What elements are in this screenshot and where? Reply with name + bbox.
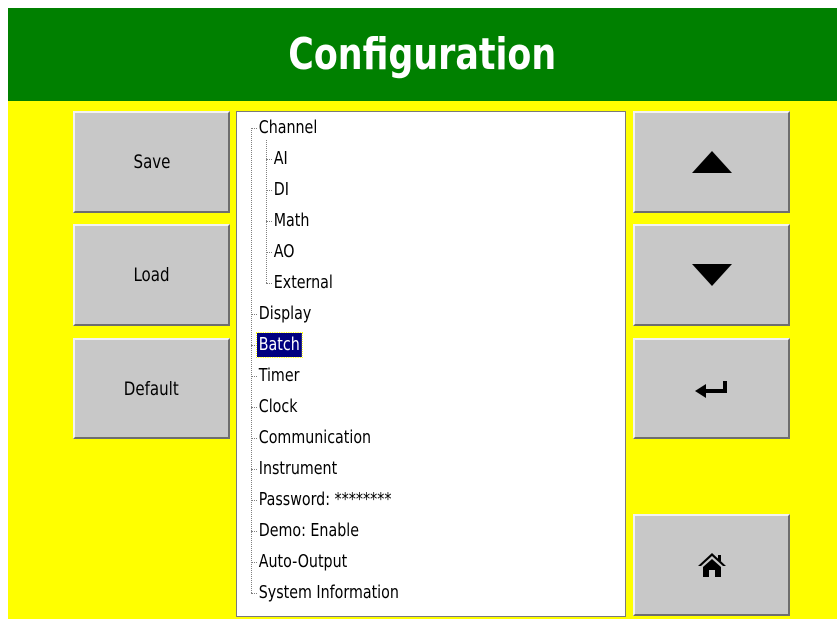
tree-item-label: External <box>273 272 333 293</box>
save-button-label: Save <box>133 151 170 173</box>
tree-item[interactable]: System Information <box>257 581 420 605</box>
tree-item-label: Auto-Output <box>258 551 348 572</box>
tree-item-label: Timer <box>258 365 300 386</box>
tree-item-label: Demo: Enable <box>258 520 359 541</box>
page-title: Configuration <box>288 29 557 80</box>
triangle-down-icon <box>691 264 732 286</box>
title-bar: Configuration <box>8 8 837 101</box>
default-button-label: Default <box>124 377 179 400</box>
tree-item[interactable]: DI <box>272 178 293 202</box>
tree-item-label: AI <box>273 148 288 169</box>
tree-item-label: DI <box>273 179 289 200</box>
load-button-label: Load <box>133 264 170 286</box>
tree-item[interactable]: Timer <box>257 364 307 388</box>
tree-item[interactable]: Batch <box>256 332 308 358</box>
home-icon <box>697 553 726 577</box>
enter-button[interactable] <box>633 338 790 439</box>
tree-item[interactable]: Communication <box>257 426 389 450</box>
tree-item-label: AO <box>273 241 295 262</box>
load-button[interactable]: Load <box>73 224 230 326</box>
tree-connector <box>266 140 267 283</box>
tree-item-label: Batch <box>256 332 303 358</box>
tree-item-label: System Information <box>258 582 399 603</box>
tree-item-label: Instrument <box>258 458 338 479</box>
default-button[interactable]: Default <box>73 338 230 439</box>
screen: Configuration Save Load Default Channel A… <box>0 0 837 619</box>
configuration-tree[interactable]: Channel AI DI Math AO External Display Batch Tim… <box>236 111 626 617</box>
tree-item[interactable]: Clock <box>257 395 305 419</box>
tree-item[interactable]: External <box>272 271 343 295</box>
tree-item-label: Password: ******** <box>258 489 392 510</box>
tree-item[interactable]: Instrument <box>257 457 350 481</box>
tree-connector <box>251 128 252 593</box>
tree-item[interactable]: Auto-Output <box>257 550 362 574</box>
tree-item[interactable]: Channel <box>257 116 328 140</box>
save-button[interactable]: Save <box>73 111 230 213</box>
configuration-screen: Configuration Save Load Default Channel A… <box>8 8 837 619</box>
tree-item-label: Communication <box>258 427 372 448</box>
home-button[interactable] <box>633 514 790 616</box>
tree-item[interactable]: AO <box>272 240 300 264</box>
tree-item[interactable]: AI <box>272 147 292 171</box>
enter-arrow-icon <box>694 380 727 398</box>
tree-item[interactable]: Math <box>272 209 317 233</box>
tree-item-label: Clock <box>258 396 298 417</box>
tree-item[interactable]: Demo: Enable <box>257 519 375 543</box>
tree-item-label: Channel <box>258 117 318 138</box>
scroll-up-button[interactable] <box>633 111 790 213</box>
tree-item[interactable]: Display <box>257 302 321 326</box>
triangle-up-icon <box>691 151 732 173</box>
tree-item[interactable]: Password: ******** <box>257 488 412 512</box>
tree-item-label: Display <box>258 303 312 324</box>
tree-item-label: Math <box>273 210 310 231</box>
scroll-down-button[interactable] <box>633 224 790 326</box>
